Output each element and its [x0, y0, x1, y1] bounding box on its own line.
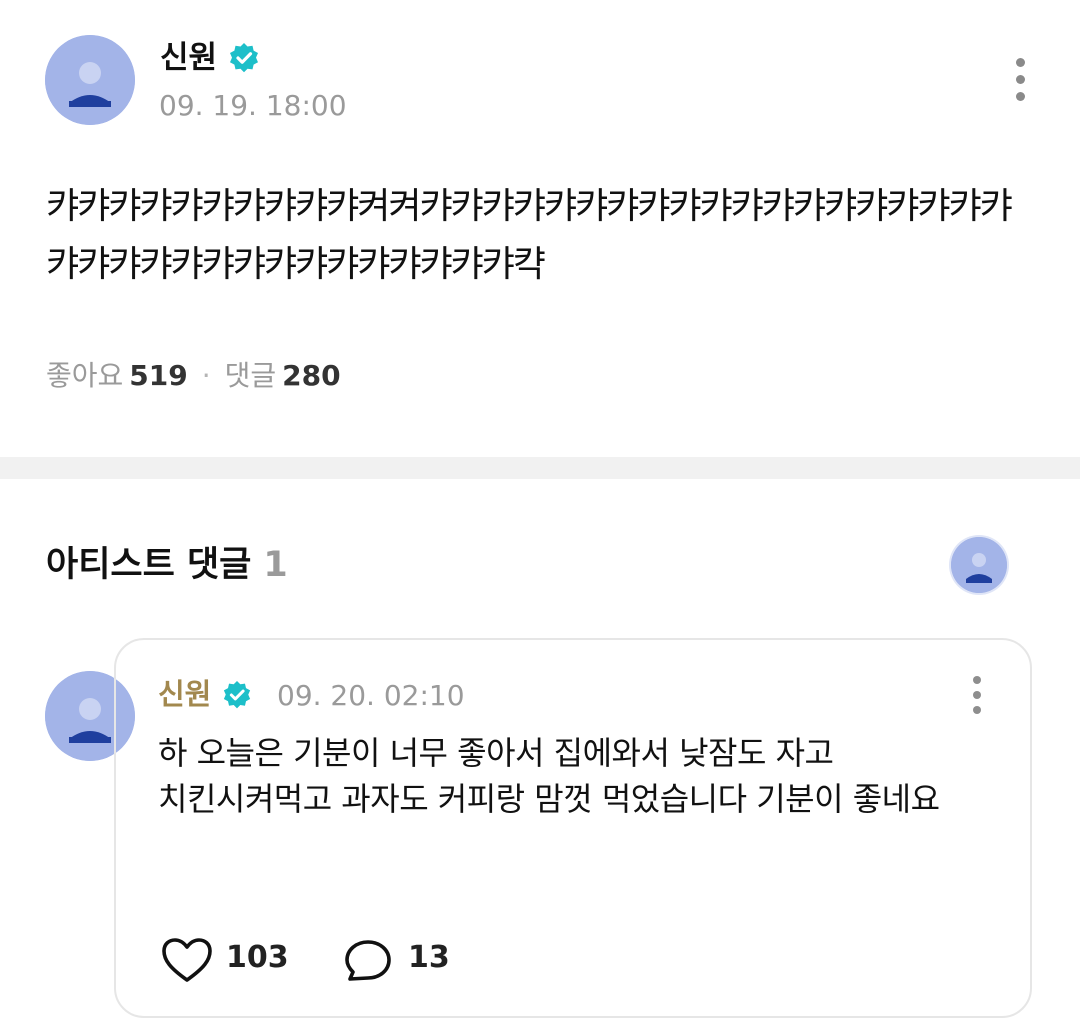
artist-comments-count: 1	[263, 545, 288, 585]
comment-timestamp: 09. 20. 02:10	[277, 679, 465, 712]
stats-separator: ·	[201, 359, 211, 392]
speech-bubble-icon	[344, 938, 394, 984]
section-divider	[0, 457, 1080, 479]
post-timestamp: 09. 19. 18:00	[159, 89, 347, 122]
comment-more-options-icon[interactable]	[962, 670, 992, 718]
verified-badge-icon	[228, 42, 260, 74]
post-more-options-icon[interactable]	[1006, 54, 1036, 106]
post-author-name[interactable]: 신원	[160, 40, 217, 76]
comment-like-count: 103	[226, 940, 289, 975]
verified-badge-icon	[222, 680, 252, 710]
post-body-text: 캬캬캬캬캬캬캬캬캬캬켜켜캬캬캬캬캬캬캬캬캬캬캬캬캬캬캬캬캬캬캬캬캬캬캬캬캬캬캬캬…	[46, 186, 1013, 285]
likes-count[interactable]: 519	[129, 359, 187, 392]
heart-outline-icon	[160, 936, 214, 984]
likes-label[interactable]: 좋아요	[46, 359, 123, 392]
artist-comments-header: 아티스트 댓글 1	[46, 543, 288, 587]
comment-author-name[interactable]: 신원	[158, 677, 211, 711]
comment-body-text: 하 오늘은 기분이 너무 좋아서 집에와서 낮잠도 자고 치킨시켜먹고 과자도 …	[158, 734, 940, 818]
post-author-avatar[interactable]	[45, 35, 135, 125]
comment-reply-count: 13	[408, 940, 450, 975]
comment-like-button[interactable]: 103	[160, 932, 290, 984]
artist-comments-title: 아티스트 댓글	[46, 545, 252, 585]
comment-reply-button[interactable]: 13	[344, 932, 464, 984]
artist-filter-avatar[interactable]	[951, 537, 1007, 593]
post-stats: 좋아요 519 · 댓글 280	[46, 358, 341, 394]
comments-count[interactable]: 280	[282, 359, 340, 392]
comments-label[interactable]: 댓글	[225, 359, 277, 392]
